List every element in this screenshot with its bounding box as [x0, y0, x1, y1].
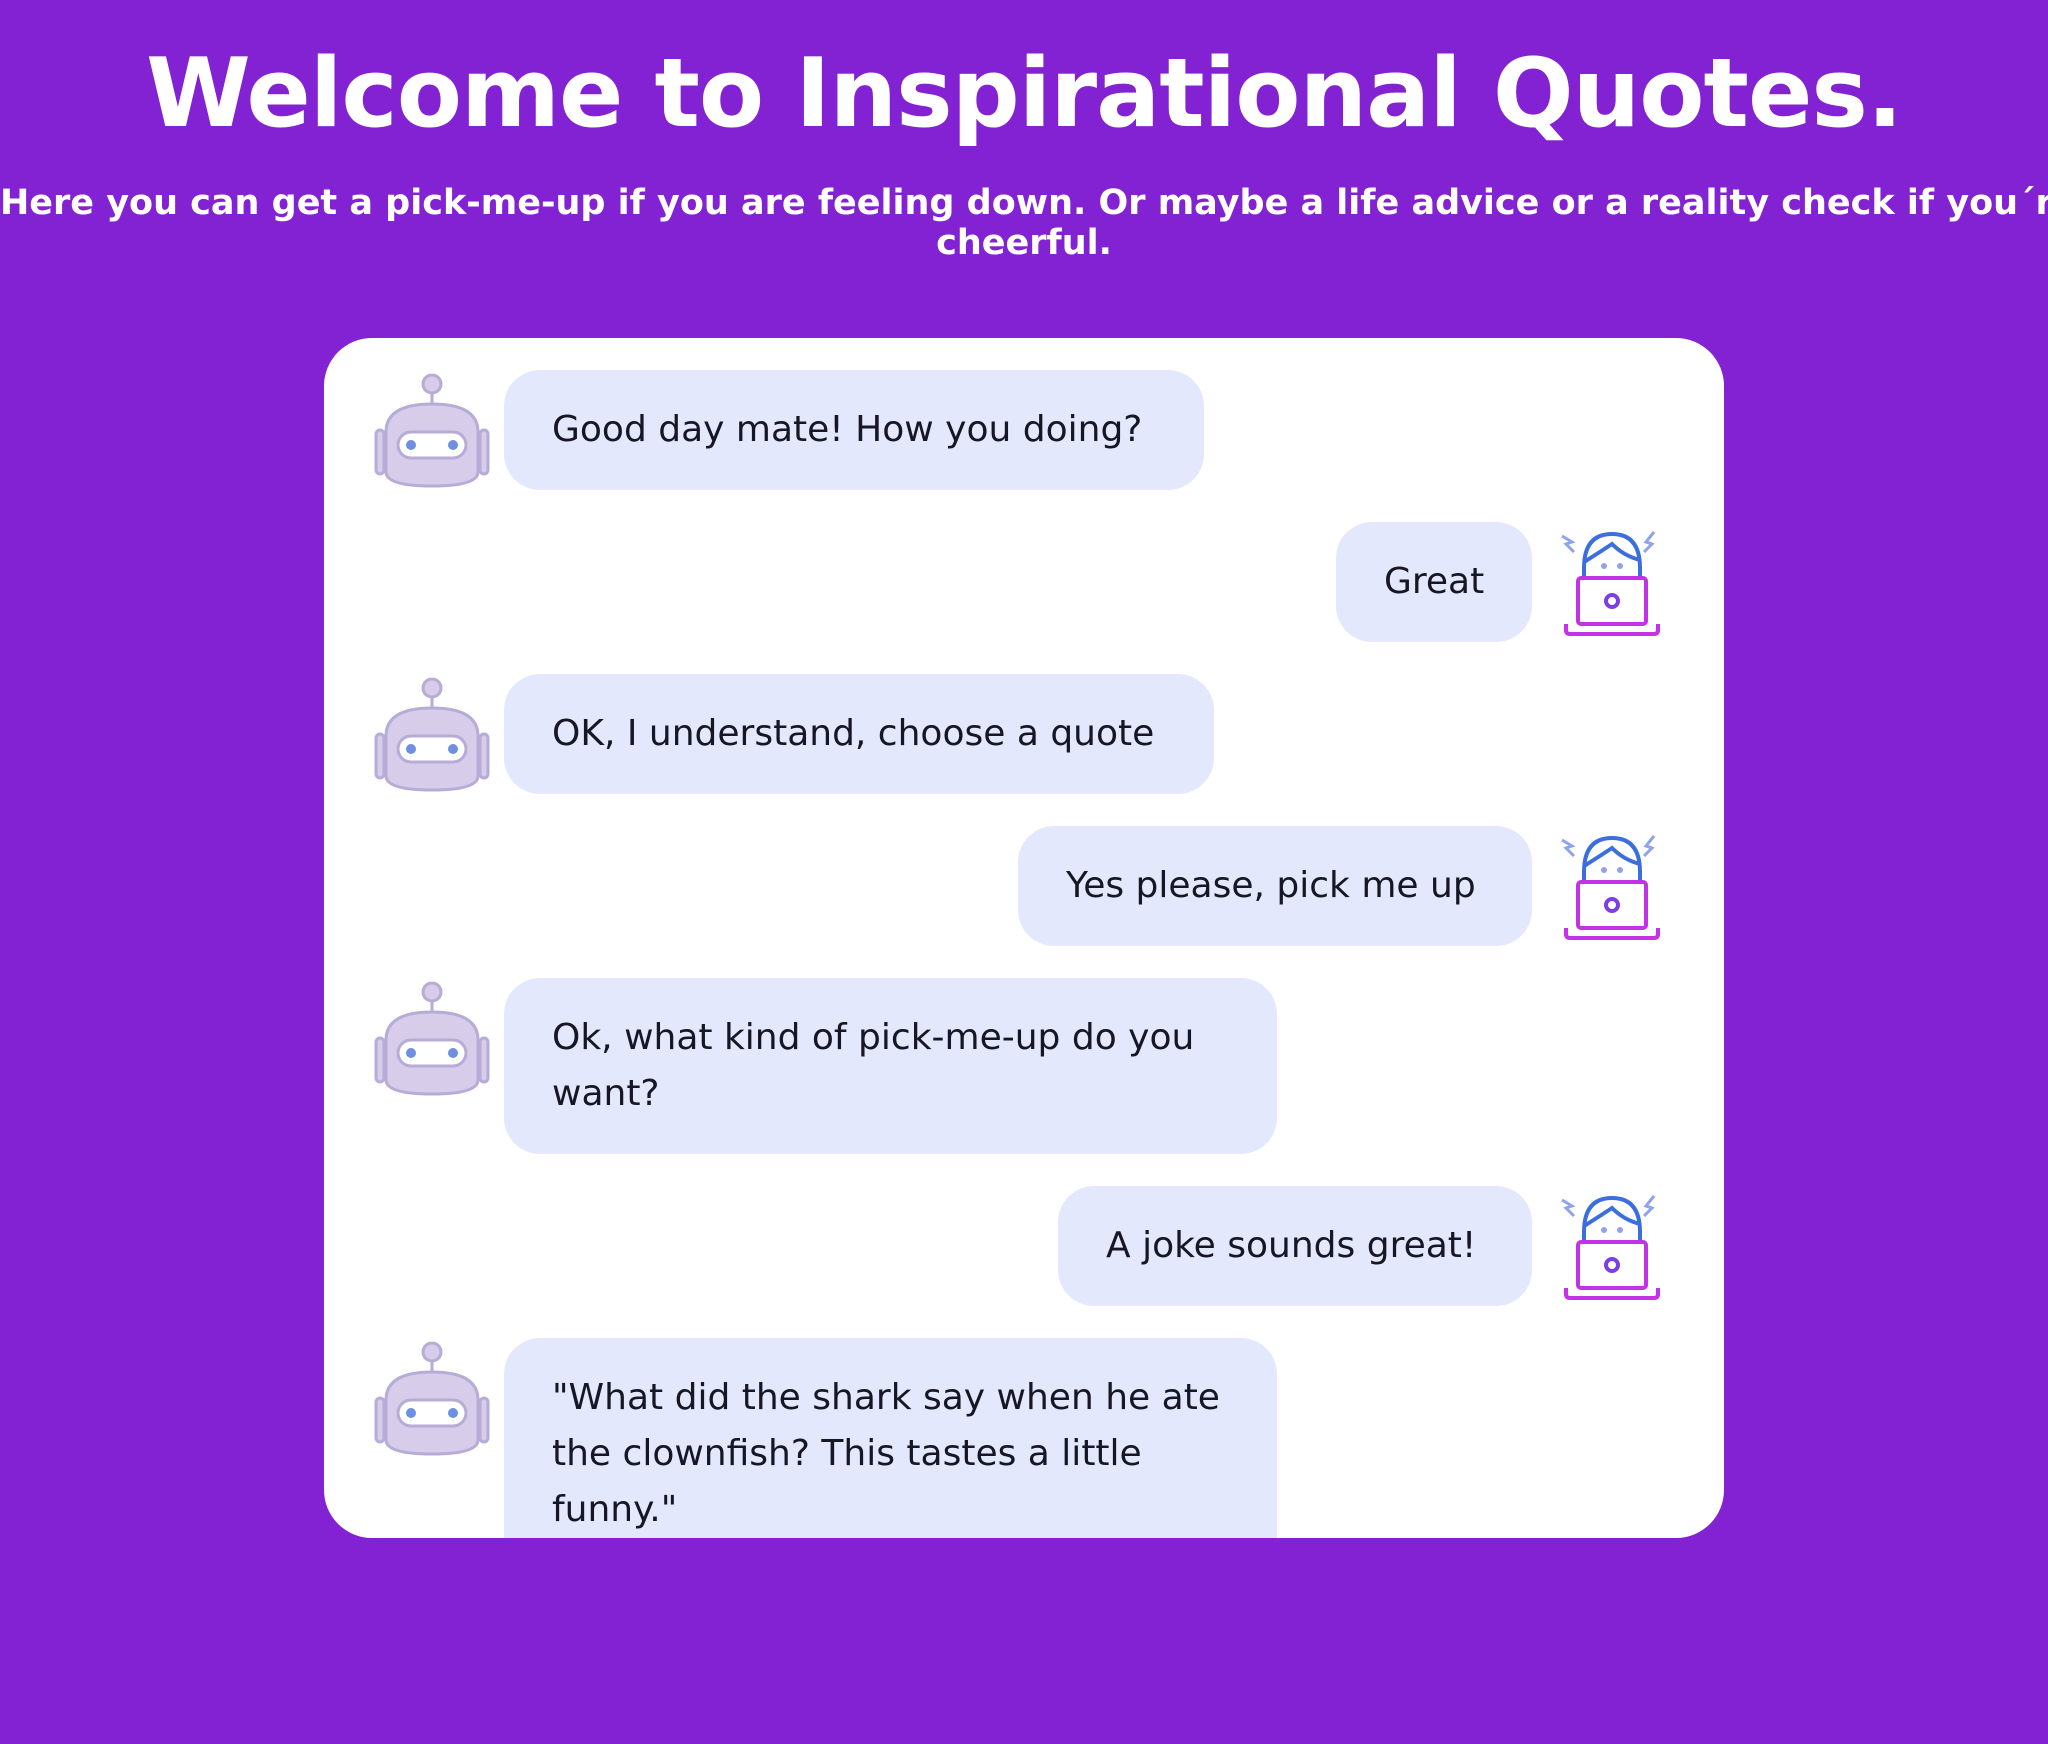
user-message: Yes please, pick me up — [1018, 826, 1674, 946]
bot-message: OK, I understand, choose a quote — [374, 674, 1214, 794]
user-message: A joke sounds great! — [1058, 1186, 1674, 1306]
subtitle-line-2: cheerful. — [936, 223, 1112, 263]
robot-icon — [374, 370, 494, 490]
robot-icon — [374, 1338, 494, 1458]
robot-icon — [374, 978, 494, 1098]
message-bubble: Good day mate! How you doing? — [504, 370, 1204, 490]
message-bubble: OK, I understand, choose a quote — [504, 674, 1214, 794]
user-laptop-icon — [1554, 1186, 1674, 1306]
subtitle-line-1: Here you can get a pick-me-up if you are… — [0, 183, 2048, 223]
message-bubble: "What did the shark say when he ate the … — [504, 1338, 1277, 1538]
page-subtitle: Here you can get a pick-me-up if you are… — [0, 183, 2048, 263]
robot-icon — [374, 674, 494, 794]
page-title: Welcome to Inspirational Quotes. — [145, 39, 1903, 149]
chat-window[interactable]: Good day mate! How you doing? Great OK, … — [324, 338, 1724, 1538]
bot-message: "What did the shark say when he ate the … — [374, 1338, 1277, 1538]
bot-message: Ok, what kind of pick-me-up do you want? — [374, 978, 1277, 1154]
message-bubble: A joke sounds great! — [1058, 1186, 1532, 1306]
message-bubble: Ok, what kind of pick-me-up do you want? — [504, 978, 1277, 1154]
user-laptop-icon — [1554, 522, 1674, 642]
message-bubble: Yes please, pick me up — [1018, 826, 1532, 946]
user-laptop-icon — [1554, 826, 1674, 946]
message-bubble: Great — [1336, 522, 1532, 642]
user-message: Great — [1336, 522, 1674, 642]
bot-message: Good day mate! How you doing? — [374, 370, 1204, 490]
